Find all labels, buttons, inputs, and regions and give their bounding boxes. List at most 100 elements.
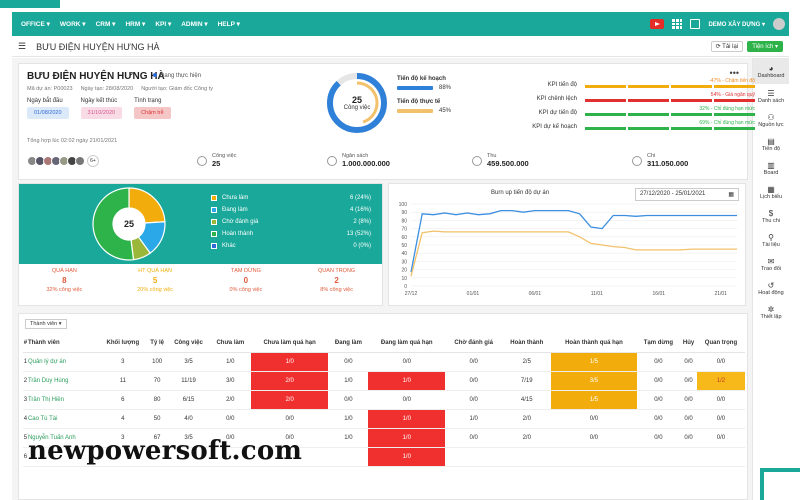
member-name-link[interactable]: Trần Thị Hiền <box>27 390 99 410</box>
notification-icon[interactable] <box>690 19 701 29</box>
column-header[interactable]: Tỷ lệ <box>147 334 168 353</box>
kpi-note: 54% - Giá ngân quỹ <box>710 92 755 98</box>
sidebar-item-progress[interactable]: ▤ Tiến độ <box>753 132 789 156</box>
sidebar-item-history[interactable]: ↺ Hoạt động <box>753 276 789 300</box>
page-header: ☰ BƯU ĐIỆN HUYỆN HƯNG HÀ ⟳ Tải lại Tiện … <box>12 37 789 57</box>
table-cell: 2/5 <box>502 352 552 372</box>
legend-item[interactable]: Chờ đánh giá 2 (8%) <box>211 216 371 228</box>
budget-icon <box>327 155 337 166</box>
members-filter-button[interactable]: Thành viên ▾ <box>25 319 67 329</box>
more-members[interactable]: 6+ <box>87 154 99 167</box>
table-cell: 0/0 <box>636 409 681 429</box>
sidebar-label: Danh sách <box>757 97 785 104</box>
column-header[interactable]: Chờ đánh giá <box>445 334 503 353</box>
column-header[interactable]: Thành viên <box>27 334 99 353</box>
table-cell: 0/0 <box>636 428 681 448</box>
y-tick-label: 100 <box>399 202 408 208</box>
sidebar-item-money[interactable]: $ Thu chi <box>753 204 789 228</box>
pie-legend: Chưa làm 6 (24%) Đang làm 4 (16%) Chờ đánh g… <box>211 192 371 252</box>
member-name-link[interactable]: Cao Tú Tài <box>27 409 99 429</box>
table-cell: 3/5 <box>167 352 210 372</box>
apps-grid-icon[interactable] <box>672 19 683 29</box>
members-table-card: Thành viên ▾ # Thành viên Khối lượng Tỷ lệ C… <box>18 313 748 500</box>
sidebar-item-settings[interactable]: ✲ Thiết lập <box>753 300 789 324</box>
column-header[interactable]: Quan trọng <box>696 334 745 353</box>
stat-title: QUAN TRỌNG <box>318 268 356 274</box>
task-icon <box>197 155 207 166</box>
kpi-row: KPI chênh lệch 54% - Giá ngân quỹ <box>509 92 759 106</box>
hamburger-icon[interactable]: ☰ <box>18 41 26 52</box>
legend-item[interactable]: Khác 0 (0%) <box>211 240 371 252</box>
legend-item[interactable]: Hoàn thành 13 (52%) <box>211 228 371 240</box>
overdue-stat[interactable]: HT QUÁ HẠN 5 20% công việc <box>110 268 201 293</box>
table-cell: 0/0 <box>209 409 251 429</box>
task-progress-donut: 25 Công việc <box>324 70 390 136</box>
company-switcher[interactable]: DEMO XÂY DỰNG ▾ <box>708 21 765 28</box>
sidebar-label: Trao đổi <box>761 265 781 272</box>
task-status-panel: 25 Chưa làm 6 (24%) Đang làm 4 (16%) Chờ đán… <box>19 184 382 264</box>
overdue-stat[interactable]: QUÁ HẠN 8 32% công việc <box>19 268 110 293</box>
youtube-icon[interactable] <box>650 19 665 29</box>
stat-number: 8 <box>62 276 67 285</box>
legend-swatch <box>211 195 217 201</box>
kpi-name: KPI tiến độ <box>547 82 577 88</box>
table-row[interactable]: 3 Trần Thị Hiền 6 80 6/15 2/0 2/0 0/0 0/0 0/0 4/15… <box>23 390 745 410</box>
burnup-chart-card: Burn up tiến độ dự án 27/12/2020 - 25/01… <box>388 183 746 306</box>
legend-value: 13 (52%) <box>346 231 371 237</box>
project-title: BƯU ĐIỆN HUYỆN HƯNG HÀ <box>27 71 165 82</box>
menu-admin[interactable]: ADMIN ▾ <box>176 20 212 28</box>
member-name-link[interactable]: Quản lý dự án <box>27 352 99 372</box>
column-header[interactable]: Chưa làm quá hạn <box>250 334 329 353</box>
kpi-row: KPI dự tiến độ 32% - Chỉ đúng hạn mức <box>509 106 759 120</box>
member-name-link[interactable]: Trần Duy Hùng <box>27 371 99 391</box>
member-avatars[interactable]: 6+ <box>27 154 99 167</box>
overdue-stat[interactable]: TẠM DỪNG 0 0% công việc <box>201 268 292 293</box>
table-row[interactable]: 1 Quản lý dự án 3 100 3/5 1/0 1/0 0/0 0/0 0/0 2/5 1… <box>23 352 745 372</box>
column-header[interactable]: Khối lượng <box>98 334 147 353</box>
table-cell <box>696 447 745 467</box>
sidebar-item-chat[interactable]: ✉ Trao đổi <box>753 252 789 276</box>
column-header[interactable]: Đang làm quá hạn <box>368 334 446 353</box>
legend-swatch <box>211 207 217 213</box>
table-cell: 0/0 <box>696 390 745 410</box>
sidebar-item-calendar[interactable]: ▦ Lịch biểu <box>753 180 789 204</box>
menu-hrm[interactable]: HRM ▾ <box>120 20 150 28</box>
table-cell: 0/0 <box>445 428 503 448</box>
table-cell: 0/0 <box>551 428 637 448</box>
actual-progress-pct: 45% <box>439 108 452 114</box>
table-cell <box>445 447 503 467</box>
reload-button[interactable]: ⟳ Tải lại <box>710 41 744 52</box>
donut-label: Công việc <box>343 105 371 111</box>
column-header[interactable]: Hoàn thành <box>502 334 552 353</box>
menu-help[interactable]: HELP ▾ <box>213 20 245 28</box>
column-header[interactable]: Tạm dừng <box>636 334 681 353</box>
table-row[interactable]: 4 Cao Tú Tài 4 50 4/0 0/0 0/0 1/0 1/0 1/0 2/0 0/0 0/… <box>23 409 745 429</box>
utilities-button[interactable]: Tiện ích ▾ <box>747 41 783 52</box>
start-date: 01/08/2020 <box>27 107 69 119</box>
legend-item[interactable]: Chưa làm 6 (24%) <box>211 192 371 204</box>
column-header[interactable]: Hủy <box>680 334 697 353</box>
menu-work[interactable]: WORK ▾ <box>55 20 91 28</box>
menu-kpi[interactable]: KPI ▾ <box>150 20 176 28</box>
menu-crm[interactable]: CRM ▾ <box>91 20 121 28</box>
project-stats: 6+ Công việc 25 Ngân sách 1.000.000.000 Th… <box>27 153 742 168</box>
chat-icon: ✉ <box>767 256 775 266</box>
legend-item[interactable]: Đang làm 4 (16%) <box>211 204 371 216</box>
legend-label: Khác <box>222 243 236 249</box>
overdue-stat[interactable]: QUAN TRỌNG 2 8% công việc <box>291 268 382 293</box>
table-row[interactable]: 2 Trần Duy Hùng 11 70 11/19 3/0 2/0 1/0 1/0 0/0 7/… <box>23 371 745 391</box>
menu-office[interactable]: OFFICE ▾ <box>16 20 55 28</box>
column-header[interactable]: Chưa làm <box>209 334 251 353</box>
sidebar-item-board[interactable]: ▥ Board <box>753 156 789 180</box>
table-cell: 2/0 <box>250 371 329 391</box>
table-cell: 1/0 <box>368 447 446 467</box>
user-avatar[interactable] <box>773 18 785 30</box>
more-options-icon[interactable]: ••• <box>730 68 739 78</box>
table-cell: 0/0 <box>636 352 681 372</box>
sidebar-item-attachment[interactable]: ⚲ Tài liệu <box>753 228 789 252</box>
column-header[interactable]: Hoàn thành quá hạn <box>551 334 637 353</box>
column-header[interactable]: Công việc <box>167 334 210 353</box>
x-tick-label: 21/01 <box>714 291 727 297</box>
column-header[interactable]: Đang làm <box>328 334 369 353</box>
table-cell: 1/0 <box>368 371 446 391</box>
